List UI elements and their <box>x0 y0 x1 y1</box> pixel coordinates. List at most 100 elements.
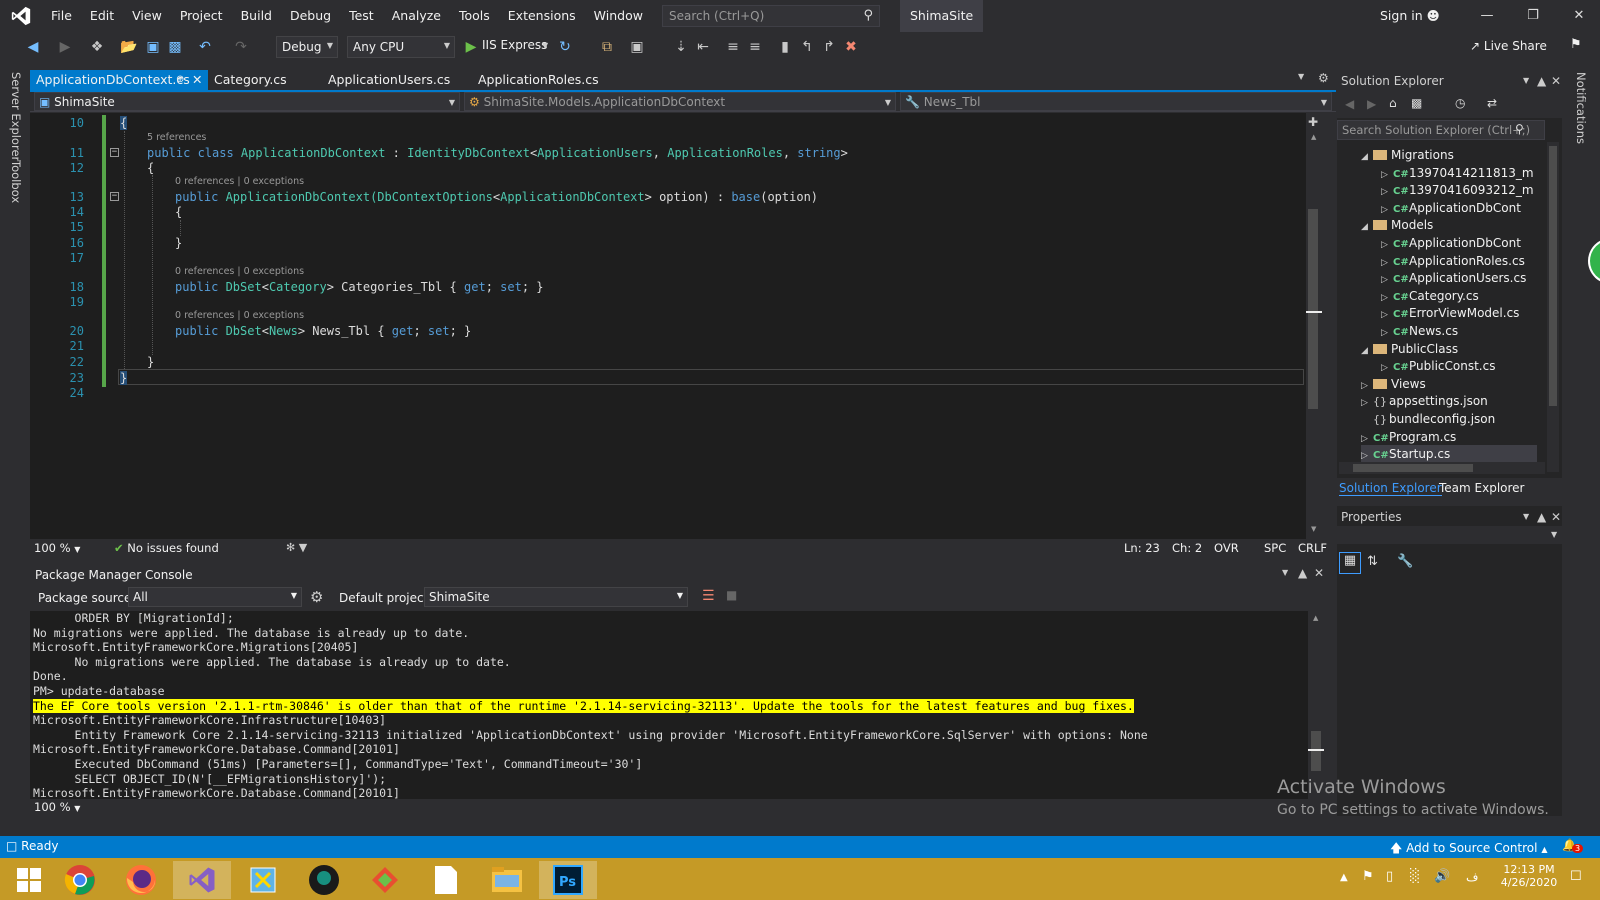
browser-link-icon[interactable]: ⧉ <box>598 38 616 56</box>
se-search-input[interactable]: Search Solution Explorer (Ctrl+;) <box>1337 120 1545 140</box>
back-icon[interactable]: ◀ <box>24 38 42 56</box>
se-tree-item[interactable]: ▷{} appsettings.json <box>1361 392 1488 410</box>
expanded-arrow-icon[interactable]: ◢ <box>1361 342 1373 360</box>
gitkraken-icon[interactable] <box>295 861 353 899</box>
file-explorer-icon[interactable] <box>478 861 536 899</box>
screenshot-icon[interactable]: ▣ <box>628 38 646 56</box>
scroll-down-icon[interactable]: ▼ <box>1311 525 1316 533</box>
codelens-references[interactable]: 0 references | 0 exceptions <box>175 266 304 277</box>
close-icon[interactable]: ✕ <box>1551 70 1561 92</box>
package-source-select[interactable]: All ▼ <box>128 587 302 607</box>
menu-window[interactable]: Window <box>585 0 652 32</box>
search-icon[interactable]: ⚲ <box>1515 122 1524 136</box>
tab-solution-explorer[interactable]: Solution Explorer <box>1339 481 1442 496</box>
sync-icon[interactable]: ⇄ <box>1487 96 1497 110</box>
se-tree-item[interactable]: {} bundleconfig.json <box>1361 410 1495 428</box>
stop-icon[interactable]: ■ <box>726 588 737 602</box>
se-tree-item[interactable]: ▷ C#PublicConst.cs <box>1381 357 1495 375</box>
codelens-references[interactable]: 0 references | 0 exceptions <box>175 310 304 321</box>
volume-icon[interactable]: 🔊 <box>1434 869 1450 884</box>
open-file-icon[interactable]: 📂 <box>120 38 138 56</box>
default-project-select[interactable]: ShimaSite ▼ <box>424 587 688 607</box>
show-hidden-icons[interactable]: ▲ <box>1340 872 1348 883</box>
undo-icon[interactable]: ↶ <box>196 38 214 56</box>
close-icon[interactable]: ✕ <box>1551 510 1561 524</box>
history-icon[interactable]: ◷ <box>1455 96 1465 110</box>
new-project-icon[interactable]: ❖ <box>88 38 106 56</box>
close-icon[interactable]: ✕ <box>192 70 202 90</box>
pin-icon[interactable]: ▲ <box>1537 510 1546 524</box>
wrench-icon[interactable]: 🔧 <box>1397 554 1413 569</box>
start-button[interactable] <box>0 861 58 899</box>
se-tree-item[interactable]: ▷ C#ErrorViewModel.cs <box>1381 304 1519 322</box>
project-dropdown[interactable]: ▣ ShimaSite ▼ <box>34 92 460 111</box>
se-tree-item[interactable]: ▷ C#ApplicationRoles.cs <box>1381 252 1525 270</box>
editor-scrollbar[interactable]: ✚ ▲ ▼ <box>1306 113 1322 539</box>
codelens-references[interactable]: 0 references | 0 exceptions <box>175 176 304 187</box>
code-editor[interactable]: − − 10 11 12 13 14 15 16 17 18 19 20 21 … <box>30 113 1322 539</box>
refresh-icon[interactable]: ↻ <box>556 38 574 56</box>
collapse-class-icon[interactable]: − <box>110 148 119 157</box>
network-icon[interactable]: ░ <box>1410 869 1420 884</box>
notifications-tab[interactable]: Notifications <box>1574 72 1588 144</box>
sign-in-link[interactable]: Sign in ☻ <box>1380 0 1440 32</box>
scroll-thumb[interactable] <box>1308 209 1318 409</box>
scroll-thumb[interactable] <box>1311 731 1321 771</box>
pin-icon[interactable]: ▲ <box>1537 70 1546 92</box>
se-tree-item[interactable]: ▷ C#Category.cs <box>1381 287 1479 305</box>
tab-applicationroles[interactable]: ApplicationRoles.cs <box>472 70 605 90</box>
se-tree-item[interactable]: ◢ Models <box>1361 216 1433 234</box>
photoshop-icon[interactable]: Ps <box>539 861 597 899</box>
chevron-down-icon[interactable]: ▼ <box>542 41 548 50</box>
snipping-tool-icon[interactable] <box>234 861 292 899</box>
save-icon[interactable]: ▣ <box>144 38 162 56</box>
menu-project[interactable]: Project <box>171 0 232 32</box>
live-share-button[interactable]: ↗ Live Share <box>1470 39 1547 53</box>
bookmark-icon[interactable]: ▮ <box>776 38 794 56</box>
se-tree-item[interactable]: ▷ C#13970414211813_m <box>1381 164 1534 182</box>
collapse-ctor-icon[interactable]: − <box>110 192 119 201</box>
notification-bell[interactable]: 🔔 3 <box>1562 838 1584 853</box>
start-debug-icon[interactable]: ▶ <box>462 38 480 56</box>
search-input[interactable]: Search (Ctrl+Q) ⚲ <box>662 5 880 27</box>
menu-analyze[interactable]: Analyze <box>383 0 450 32</box>
zoom-select[interactable]: 100 % ▼ <box>34 800 80 814</box>
se-tree-item[interactable]: ▷ C#ApplicationDbCont <box>1381 199 1521 217</box>
issues-indicator[interactable]: ✔ No issues found <box>114 541 219 555</box>
clock[interactable]: 12:13 PM 4/26/2020 <box>1494 863 1564 889</box>
categorized-icon[interactable]: ▦ <box>1339 552 1361 574</box>
redo-icon[interactable]: ↷ <box>232 38 250 56</box>
expanded-arrow-icon[interactable]: ◢ <box>1361 148 1373 166</box>
toolbox-tab[interactable]: Toolbox <box>9 160 23 203</box>
visual-studio-taskbar-icon[interactable] <box>173 861 231 899</box>
se-scrollbar[interactable] <box>1547 142 1559 472</box>
codelens-references[interactable]: 5 references <box>147 132 206 143</box>
git-extensions-icon[interactable] <box>356 861 414 899</box>
scroll-thumb[interactable] <box>1549 146 1557 406</box>
chrome-icon[interactable] <box>51 861 109 899</box>
scroll-thumb[interactable] <box>1353 464 1473 472</box>
code-cleanup-icon[interactable]: ✻ ▼ <box>286 541 307 554</box>
se-tree-item[interactable]: ▷ C#ApplicationUsers.cs <box>1381 269 1526 287</box>
se-tree-item[interactable]: ▷ C#Startup.cs <box>1361 445 1537 464</box>
expanded-arrow-icon[interactable]: ◢ <box>1361 218 1373 236</box>
notepad-icon[interactable] <box>417 861 475 899</box>
home-icon[interactable]: ⌂ <box>1389 96 1397 110</box>
maximize-button[interactable]: ❐ <box>1510 0 1556 32</box>
gear-icon[interactable]: ⚙ <box>310 588 323 606</box>
chevron-down-icon[interactable]: ▼ <box>1282 568 1288 577</box>
chevron-down-icon[interactable]: ▼ <box>1523 512 1529 521</box>
member-dropdown[interactable]: 🔧 News_Tbl ▼ <box>900 92 1332 111</box>
type-dropdown[interactable]: ⚙ ShimaSite.Models.ApplicationDbContext ▼ <box>464 92 896 111</box>
menu-extensions[interactable]: Extensions <box>499 0 585 32</box>
tab-team-explorer[interactable]: Team Explorer <box>1439 481 1525 495</box>
chevron-down-icon[interactable]: ▼ <box>1523 70 1529 92</box>
overwrite-indicator[interactable]: OVR <box>1214 541 1239 555</box>
solution-platform-select[interactable]: Any CPU ▼ <box>347 36 455 58</box>
minimize-button[interactable]: — <box>1464 0 1510 32</box>
outdent-icon[interactable]: ≡ <box>724 38 742 56</box>
menu-tools[interactable]: Tools <box>450 0 499 32</box>
menu-edit[interactable]: Edit <box>81 0 123 32</box>
tab-overflow-icon[interactable]: ▼ <box>1298 72 1304 81</box>
firefox-icon[interactable] <box>112 861 170 899</box>
